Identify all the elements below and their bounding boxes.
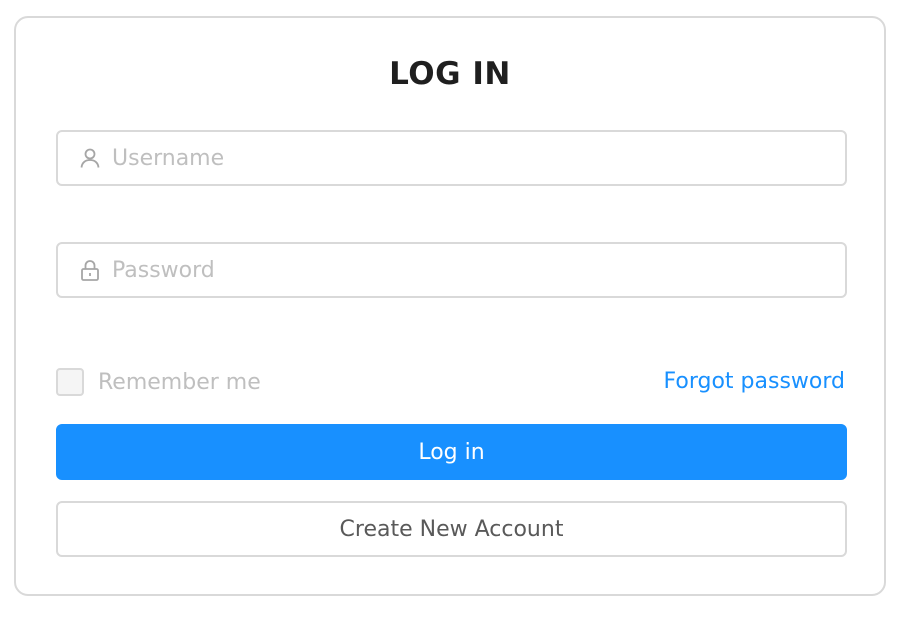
page-title: LOG IN [389, 56, 511, 92]
lock-icon [78, 258, 102, 282]
username-field[interactable] [56, 130, 847, 186]
password-input[interactable] [112, 244, 845, 296]
username-input[interactable] [112, 132, 845, 184]
password-field[interactable] [56, 242, 847, 298]
remember-checkbox[interactable] [56, 368, 84, 396]
remember-label: Remember me [98, 369, 261, 395]
remember-me[interactable]: Remember me [56, 368, 261, 396]
forgot-password-link[interactable]: Forgot password [664, 368, 845, 396]
create-account-button[interactable]: Create New Account [56, 501, 847, 557]
user-icon [78, 146, 102, 170]
login-button[interactable]: Log in [56, 424, 847, 480]
login-card: LOG IN Remember me Forgot password Log i… [14, 16, 886, 596]
